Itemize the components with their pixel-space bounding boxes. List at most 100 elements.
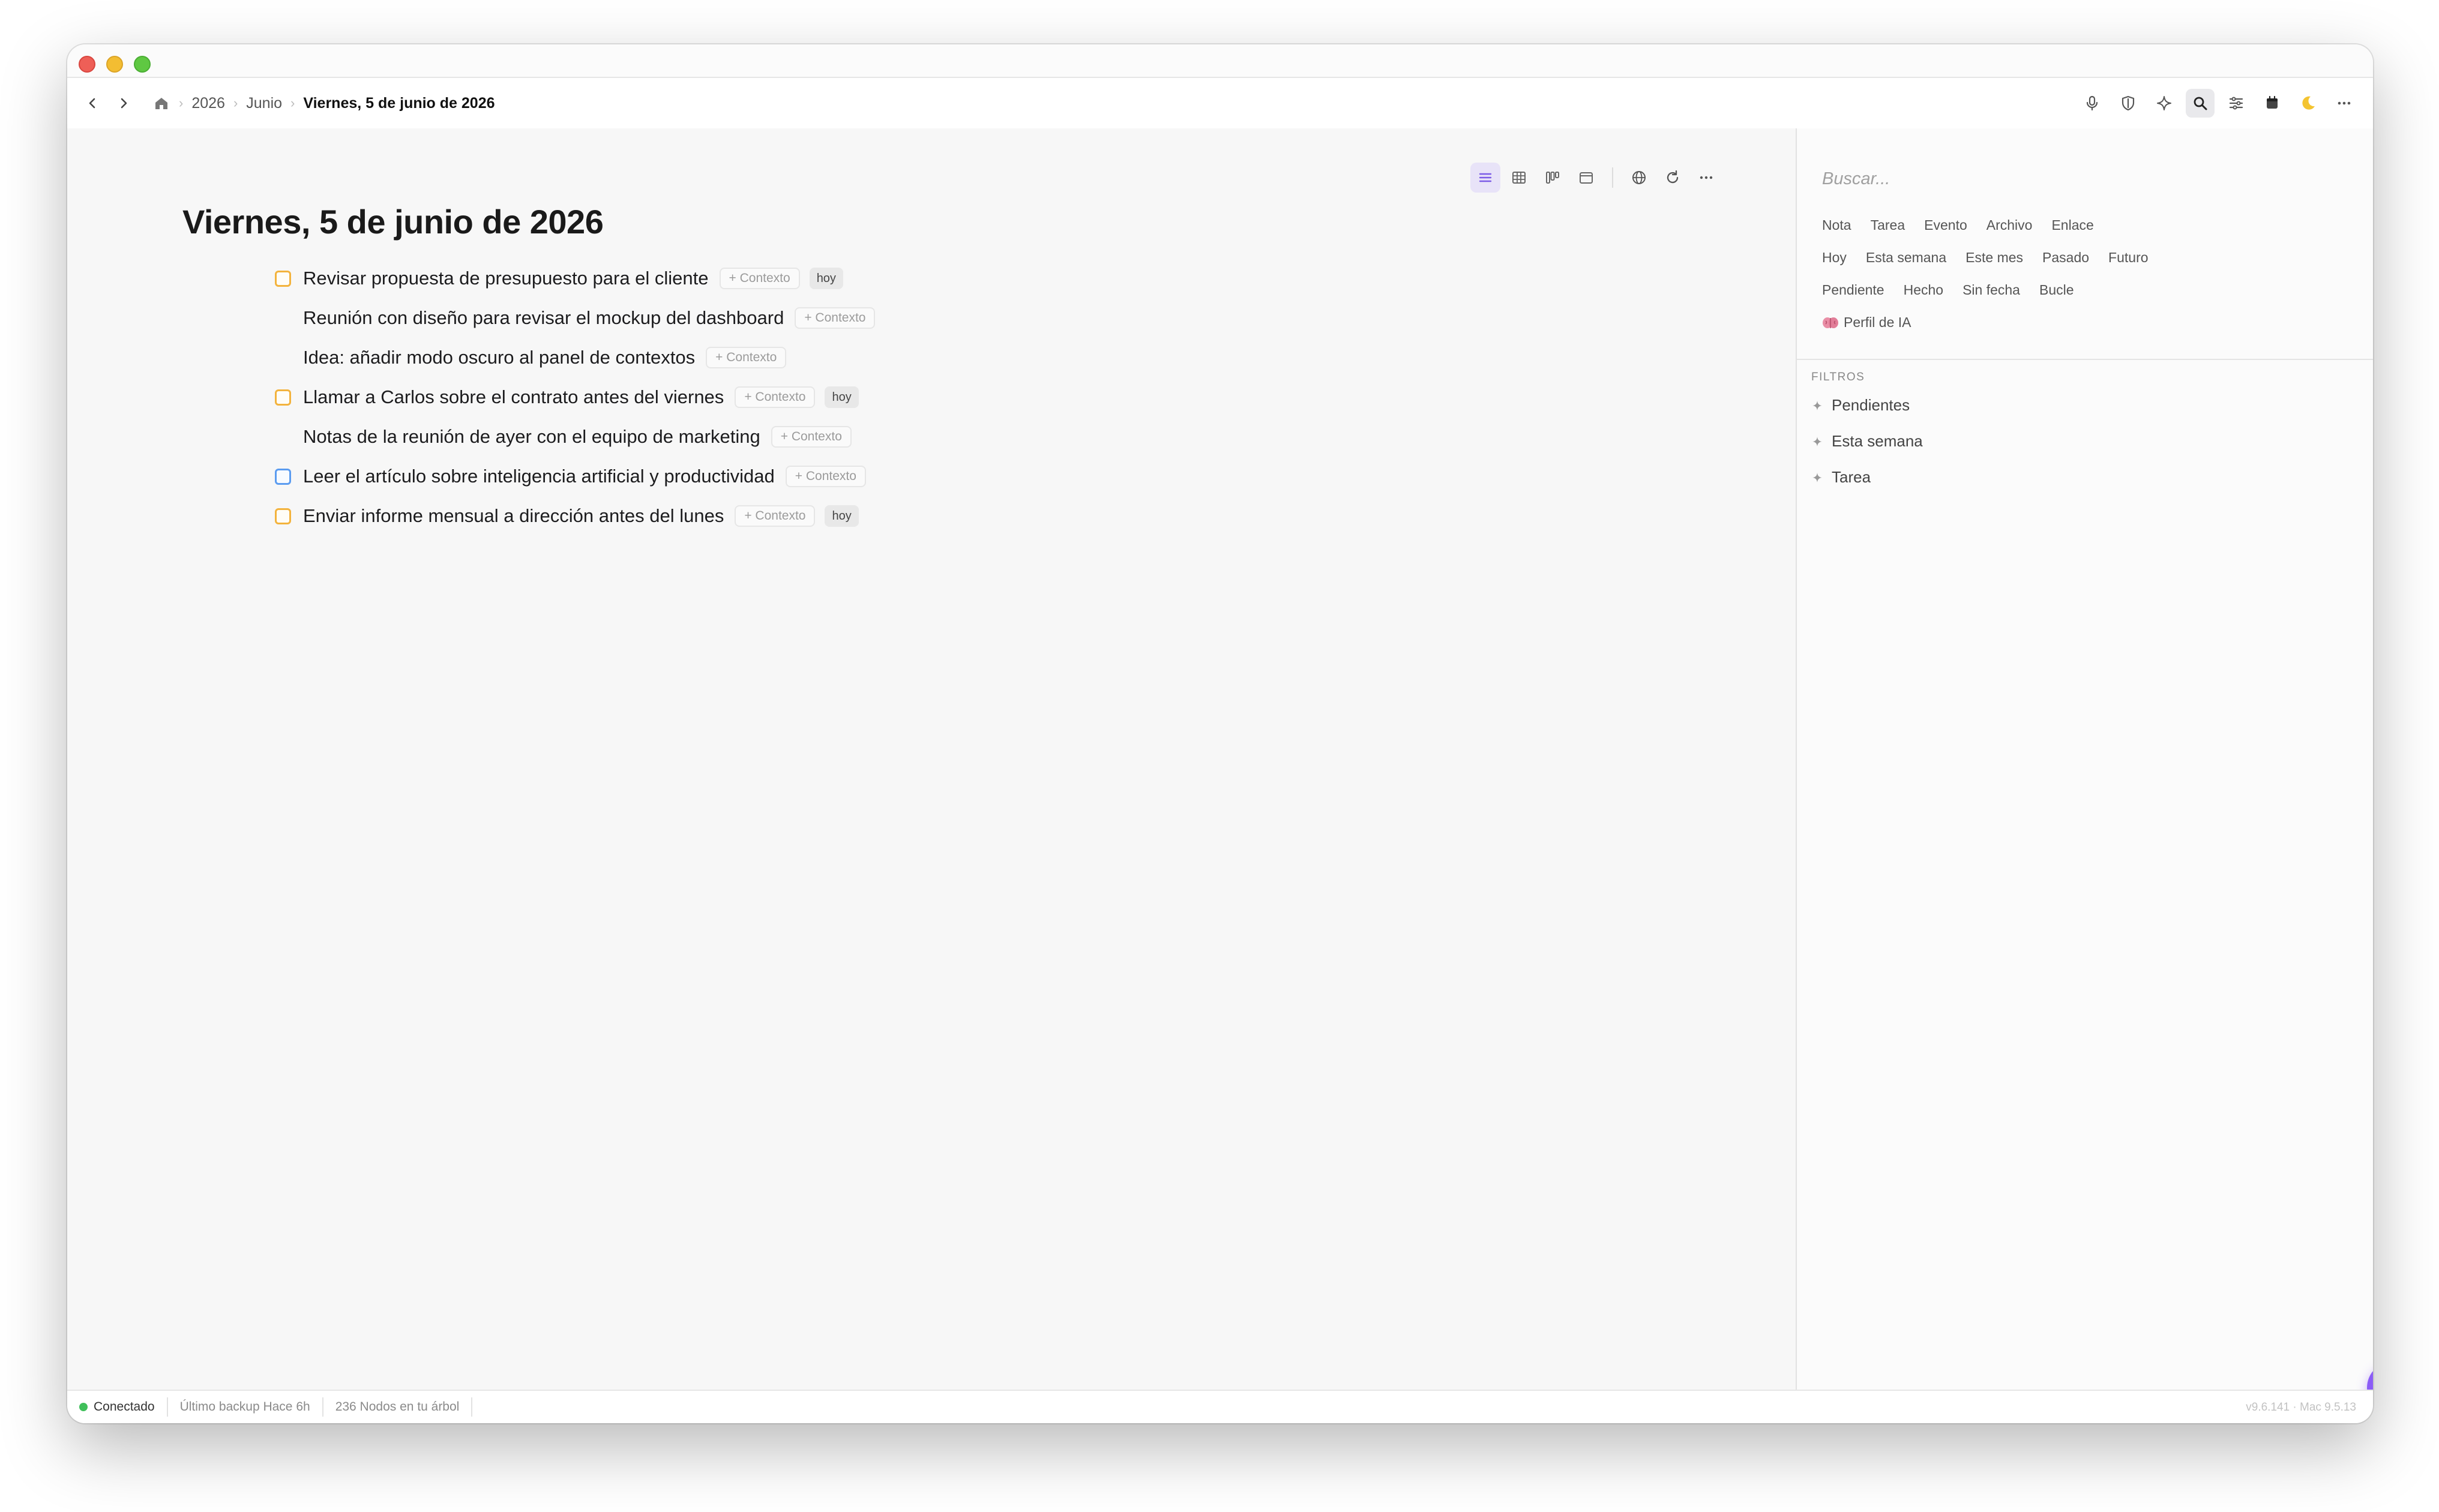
- backup-status: Último backup Hace 6h: [168, 1397, 323, 1417]
- chip-sin-fecha[interactable]: Sin fecha: [1953, 277, 2030, 303]
- microphone-icon: [2086, 95, 2098, 111]
- breadcrumb-month[interactable]: Junio: [246, 95, 282, 112]
- breadcrumb-separator: ›: [179, 95, 184, 110]
- filters-toggle-button[interactable]: [2222, 89, 2251, 118]
- version-label: v9.6.141 · Mac 9.5.13: [2246, 1401, 2356, 1414]
- chip-nota[interactable]: Nota: [1812, 212, 1861, 238]
- globe-icon: [1632, 171, 1646, 184]
- list-view-icon: [1479, 173, 1492, 182]
- item-text[interactable]: Leer el artículo sobre inteligencia arti…: [303, 466, 775, 487]
- task-checkbox[interactable]: [275, 508, 291, 524]
- chip-hecho[interactable]: Hecho: [1894, 277, 1953, 303]
- filter-item-tarea[interactable]: Tarea: [1811, 468, 1871, 487]
- more-icon: [2338, 101, 2351, 105]
- breadcrumb-current[interactable]: Viernes, 5 de junio de 2026: [303, 95, 495, 112]
- nodes-label: 236 Nodos en tu árbol: [335, 1400, 460, 1414]
- voice-button[interactable]: [2078, 89, 2107, 118]
- list-item[interactable]: Llamar a Carlos sobre el contrato antes …: [275, 377, 875, 417]
- item-text[interactable]: Notas de la reunión de ayer con el equip…: [303, 426, 760, 448]
- breadcrumb-year[interactable]: 2026: [191, 95, 225, 112]
- filter-item-esta-semana[interactable]: Esta semana: [1811, 432, 1923, 451]
- ai-button[interactable]: [2150, 89, 2179, 118]
- brain-icon: [1823, 317, 1838, 328]
- view-more-button[interactable]: [1691, 163, 1721, 193]
- date-badge[interactable]: hoy: [825, 505, 859, 527]
- app-window: › 2026 › Junio › Viernes, 5 de junio de …: [67, 44, 2373, 1423]
- add-context-button[interactable]: + Contexto: [706, 347, 787, 368]
- ai-profile-chip[interactable]: Perfil de IA: [1812, 310, 1921, 335]
- ai-profile-row: Perfil de IA: [1812, 310, 1921, 335]
- task-checkbox[interactable]: [275, 270, 291, 287]
- item-text[interactable]: Llamar a Carlos sobre el contrato antes …: [303, 386, 724, 408]
- sparkle-icon: [1812, 472, 1822, 482]
- date-badge[interactable]: hoy: [825, 386, 859, 408]
- item-text[interactable]: Enviar informe mensual a dirección antes…: [303, 505, 724, 527]
- connection-label: Conectado: [94, 1400, 155, 1414]
- add-context-button[interactable]: + Contexto: [795, 307, 876, 329]
- item-text[interactable]: Reunión con diseño para revisar el mocku…: [303, 307, 784, 329]
- publish-button[interactable]: [1624, 163, 1654, 193]
- list-item[interactable]: Leer el artículo sobre inteligencia arti…: [275, 457, 875, 496]
- add-context-button[interactable]: + Contexto: [719, 268, 800, 289]
- task-checkbox[interactable]: [275, 468, 291, 485]
- refresh-button[interactable]: [1658, 163, 1688, 193]
- type-filter-row: Nota Tarea Evento Archivo Enlace: [1812, 212, 2104, 238]
- status-dot-icon: [79, 1403, 88, 1411]
- back-button[interactable]: [78, 89, 107, 118]
- close-window-button[interactable]: [79, 56, 95, 73]
- add-context-button[interactable]: + Contexto: [785, 466, 866, 487]
- search-icon: [2194, 97, 2207, 110]
- top-toolbar: [2078, 78, 2359, 128]
- list-item[interactable]: Reunión con diseño para revisar el mocku…: [275, 298, 876, 338]
- list-item[interactable]: Revisar propuesta de presupuesto para el…: [275, 259, 875, 298]
- add-context-button[interactable]: + Contexto: [735, 505, 816, 527]
- table-view-button[interactable]: [1504, 163, 1534, 193]
- item-text[interactable]: Revisar propuesta de presupuesto para el…: [303, 268, 709, 289]
- minimize-window-button[interactable]: [106, 56, 123, 73]
- title-bar: [67, 44, 2373, 78]
- chip-bucle[interactable]: Bucle: [2030, 277, 2084, 303]
- add-context-button[interactable]: + Contexto: [771, 426, 852, 448]
- table-view-icon: [1512, 172, 1526, 184]
- calendar-button[interactable]: [2258, 89, 2287, 118]
- page-title: Viernes, 5 de junio de 2026: [182, 203, 604, 241]
- date-badge[interactable]: hoy: [809, 268, 843, 289]
- filter-item-pendientes[interactable]: Pendientes: [1811, 396, 1910, 415]
- chip-esta-semana[interactable]: Esta semana: [1856, 245, 1956, 271]
- chip-evento[interactable]: Evento: [1914, 212, 1977, 238]
- chip-pendiente[interactable]: Pendiente: [1812, 277, 1894, 303]
- chip-enlace[interactable]: Enlace: [2042, 212, 2103, 238]
- chip-tarea[interactable]: Tarea: [1861, 212, 1915, 238]
- home-button[interactable]: [152, 94, 170, 112]
- status-filter-row: Pendiente Hecho Sin fecha Bucle: [1812, 277, 2084, 303]
- forward-button[interactable]: [109, 89, 138, 118]
- filter-label: Tarea: [1832, 468, 1871, 486]
- chip-este-mes[interactable]: Este mes: [1956, 245, 2033, 271]
- chip-futuro[interactable]: Futuro: [2099, 245, 2158, 271]
- more-options-button[interactable]: [2330, 89, 2359, 118]
- theme-toggle-button[interactable]: [2294, 89, 2323, 118]
- list-item[interactable]: Notas de la reunión de ayer con el equip…: [275, 417, 875, 457]
- chip-hoy[interactable]: Hoy: [1812, 245, 1856, 271]
- item-list: Revisar propuesta de presupuesto para el…: [275, 259, 876, 536]
- board-view-button[interactable]: [1538, 163, 1568, 193]
- zoom-window-button[interactable]: [134, 56, 151, 73]
- search-button[interactable]: [2186, 89, 2215, 118]
- navigation-bar: › 2026 › Junio › Viernes, 5 de junio de …: [67, 78, 2373, 128]
- list-item[interactable]: Idea: añadir modo oscuro al panel de con…: [275, 338, 875, 377]
- add-context-button[interactable]: + Contexto: [735, 386, 816, 408]
- sidebar-divider: [1797, 359, 2373, 360]
- calendar-view-button[interactable]: [1571, 163, 1601, 193]
- filter-label: Esta semana: [1832, 432, 1923, 450]
- main-content: Viernes, 5 de junio de 2026 Revisar prop…: [67, 128, 1796, 1390]
- chip-archivo[interactable]: Archivo: [1977, 212, 2042, 238]
- chip-pasado[interactable]: Pasado: [2033, 245, 2099, 271]
- task-checkbox[interactable]: [275, 389, 291, 406]
- item-text[interactable]: Idea: añadir modo oscuro al panel de con…: [303, 347, 695, 368]
- privacy-button[interactable]: [2114, 89, 2143, 118]
- sparkle-icon: [1812, 400, 1822, 410]
- sparkle-icon: [1812, 436, 1822, 446]
- list-item[interactable]: Enviar informe mensual a dirección antes…: [275, 496, 875, 536]
- list-view-button[interactable]: [1470, 163, 1500, 193]
- search-input[interactable]: [1822, 164, 2338, 193]
